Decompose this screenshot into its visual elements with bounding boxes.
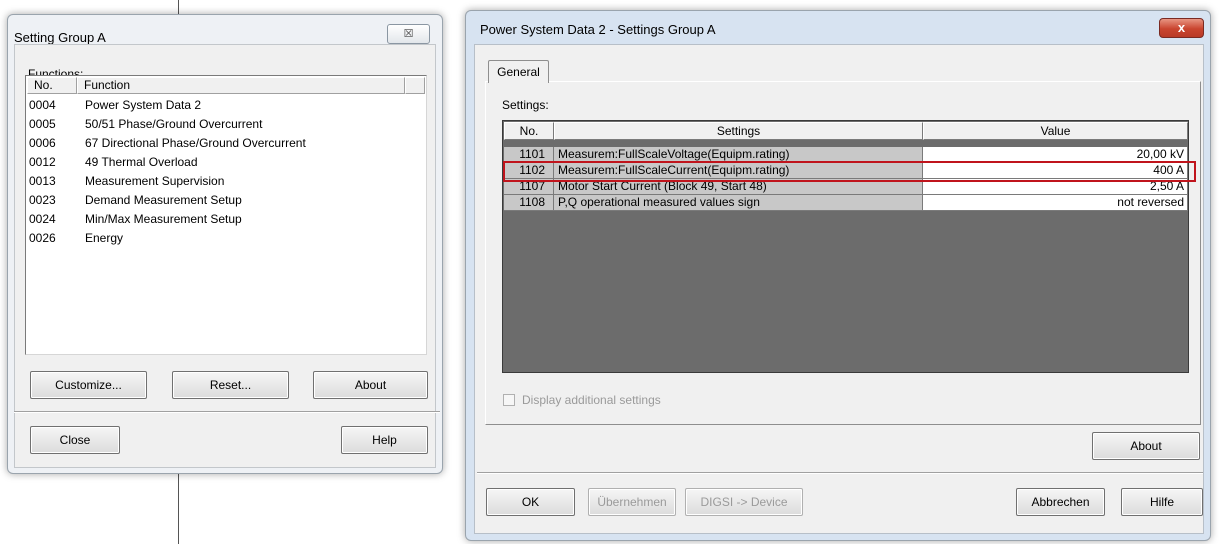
about-button[interactable]: About <box>1092 432 1200 460</box>
customize-button[interactable]: Customize... <box>30 371 147 399</box>
functions-list[interactable]: No. Function 0004 Power System Data 2 000… <box>25 75 427 355</box>
setting-name: P,Q operational measured values sign <box>554 195 923 211</box>
tab-general[interactable]: General <box>488 60 549 83</box>
power-system-data-title: Power System Data 2 - Settings Group A <box>480 22 716 37</box>
settings-grid[interactable]: No. Settings Value 1101 Measurem:FullSca… <box>502 120 1189 373</box>
display-additional-label: Display additional settings <box>522 393 661 407</box>
cancel-button[interactable]: Abbrechen <box>1016 488 1105 516</box>
function-name: Power System Data 2 <box>85 98 202 112</box>
function-no: 0004 <box>29 98 56 112</box>
close-icon[interactable]: x <box>1159 18 1204 38</box>
column-header-no[interactable]: No. <box>27 77 77 94</box>
function-no: 0012 <box>29 155 56 169</box>
close-icon[interactable]: ☒ <box>387 24 430 44</box>
about-button[interactable]: About <box>313 371 428 399</box>
function-name: Energy <box>85 231 124 245</box>
function-name: 67 Directional Phase/Ground Overcurrent <box>85 136 306 150</box>
digsi-device-button[interactable]: DIGSI -> Device <box>685 488 803 516</box>
function-no: 0006 <box>29 136 56 150</box>
help-button[interactable]: Help <box>341 426 428 454</box>
ok-button[interactable]: OK <box>486 488 575 516</box>
reset-button[interactable]: Reset... <box>172 371 289 399</box>
column-header-no[interactable]: No. <box>504 122 554 140</box>
setting-no: 1108 <box>504 195 554 211</box>
function-no: 0026 <box>29 231 56 245</box>
column-header-function[interactable]: Function <box>77 77 405 94</box>
background-divider-top <box>178 0 179 14</box>
separator <box>477 472 1203 474</box>
column-header-settings[interactable]: Settings <box>554 122 923 140</box>
function-name: 50/51 Phase/Ground Overcurrent <box>85 117 263 131</box>
apply-button[interactable]: Übernehmen <box>588 488 676 516</box>
highlight-box <box>503 161 1196 182</box>
settings-label: Settings: <box>502 98 549 112</box>
setting-value[interactable]: not reversed <box>923 195 1188 211</box>
background-divider-bottom <box>178 474 179 544</box>
setting-group-title: Setting Group A <box>14 30 106 45</box>
column-header-filler <box>405 77 425 94</box>
display-additional-checkbox[interactable] <box>503 394 515 406</box>
function-name: 49 Thermal Overload <box>85 155 198 169</box>
function-no: 0005 <box>29 117 56 131</box>
function-name: Demand Measurement Setup <box>85 193 242 207</box>
function-no: 0024 <box>29 212 56 226</box>
close-button[interactable]: Close <box>30 426 120 454</box>
help-button[interactable]: Hilfe <box>1121 488 1203 516</box>
function-no: 0013 <box>29 174 56 188</box>
separator <box>14 411 440 413</box>
function-name: Min/Max Measurement Setup <box>85 212 242 226</box>
function-no: 0023 <box>29 193 56 207</box>
function-name: Measurement Supervision <box>85 174 225 188</box>
column-header-value[interactable]: Value <box>923 122 1188 140</box>
